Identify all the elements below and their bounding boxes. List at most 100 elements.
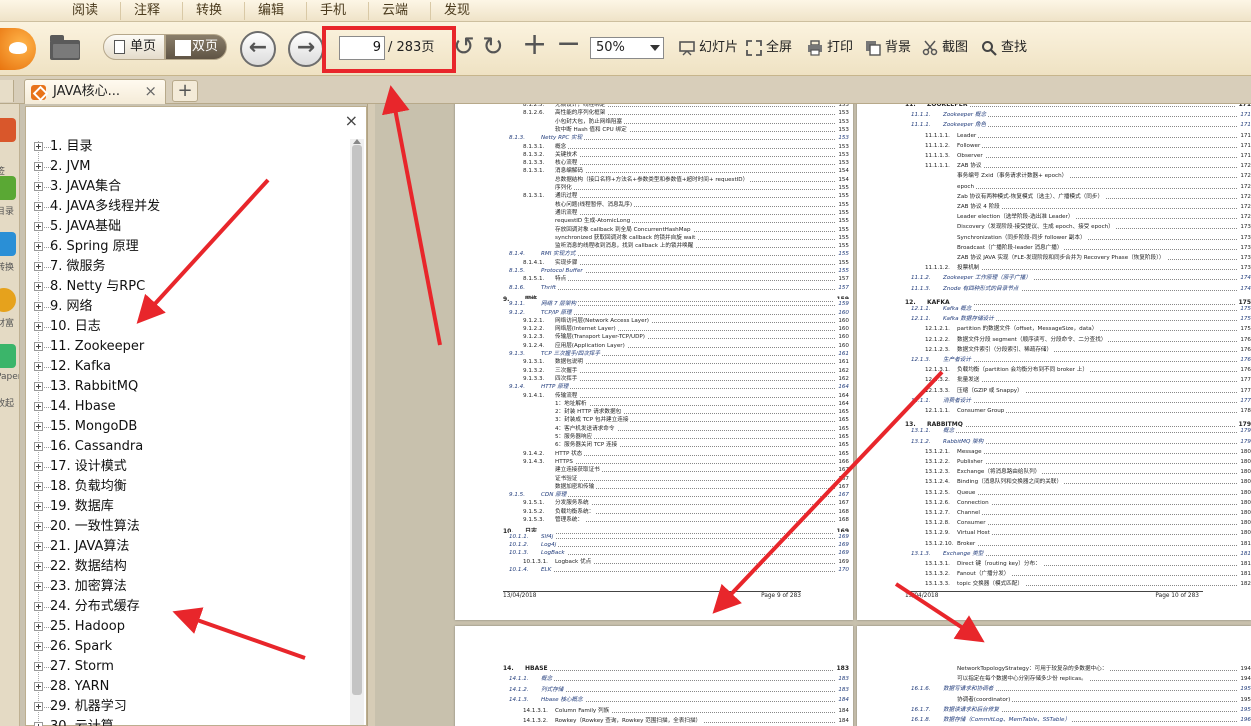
- expand-plus-icon[interactable]: [34, 522, 43, 531]
- toc-line[interactable]: 14.1.3. Hbase 核心概念 184: [509, 695, 849, 706]
- toc-line[interactable]: Leader election（选举阶段-选出准 Leader） 172: [925, 212, 1251, 223]
- zoom-out-icon[interactable]: −: [556, 29, 581, 59]
- expand-plus-icon[interactable]: [34, 642, 43, 651]
- toc-line[interactable]: 12.1.3.2. 批量发送 177: [925, 375, 1251, 386]
- toc-line[interactable]: 11.1.2. Zookeeper 工作原理（原子广播） 174: [911, 273, 1251, 284]
- toc-line[interactable]: 13.1.3.1. Direct 键（routing key）分布： 181: [925, 559, 1251, 569]
- toc-line[interactable]: 13.1.2.10. Broker 181: [925, 538, 1251, 549]
- toc-line[interactable]: 12.1.3.1. 负载均衡（partition 会均衡分布到不同 broker …: [925, 365, 1251, 376]
- expand-plus-icon[interactable]: [34, 142, 43, 151]
- page-number-input[interactable]: 9: [339, 36, 385, 60]
- expand-plus-icon[interactable]: [34, 322, 43, 331]
- close-icon[interactable]: ×: [144, 82, 157, 100]
- toc-line[interactable]: 11.1.3. Znode 有四种形式的目录节点 174: [911, 283, 1251, 294]
- toc-line[interactable]: 13.1.2.7. Channel 180: [925, 508, 1251, 518]
- toc-line[interactable]: 12.1.1. 消费者设计 177: [911, 395, 1251, 406]
- expand-plus-icon[interactable]: [34, 662, 43, 671]
- expand-plus-icon[interactable]: [34, 702, 43, 711]
- zoom-select[interactable]: 50%: [590, 37, 664, 59]
- toc-line[interactable]: 11.1.1. Zookeeper 角色 171: [911, 120, 1251, 131]
- toc-line[interactable]: 11.1.1.2. Follower 171: [925, 140, 1251, 151]
- toc-line[interactable]: 12.1.1. Kafka 数据存储设计 175: [911, 314, 1251, 325]
- toc-line[interactable]: ZAB 协议 JAVA 实现（FLE-发现阶段和同步合并为 Recovery P…: [925, 253, 1251, 263]
- toc-line[interactable]: 11.1.1.3. Observer 171: [925, 151, 1251, 161]
- rotate-right-icon[interactable]: ↻: [482, 34, 504, 60]
- toc-line[interactable]: 16.1.8. 数据存储（CommitLog、MemTable、SSTable） 1…: [911, 715, 1251, 725]
- expand-plus-icon[interactable]: [34, 362, 43, 371]
- menu-tab-discover[interactable]: 发现: [429, 2, 470, 22]
- toc-line[interactable]: 13.1.2.2. Publisher 180: [925, 457, 1251, 467]
- expand-plus-icon[interactable]: [34, 722, 43, 726]
- toc-line[interactable]: 13.1.3.2. Fanout（广播分发） 181: [925, 569, 1251, 580]
- expand-plus-icon[interactable]: [34, 542, 43, 551]
- toc-line[interactable]: 11.1.1.1. Leader 171: [925, 130, 1251, 141]
- toc-line[interactable]: 13.1.2. RabbitMQ 架构 179: [911, 436, 1251, 447]
- pdf-page-10[interactable]: 11. ZOOKEEPER 171 11.1.1. Zookeeper 概念 171 11.…: [857, 104, 1251, 620]
- toc-line[interactable]: 13.1.2.4. Binding（消息队列和交换器之间的关联） 180: [925, 477, 1251, 488]
- toc-line[interactable]: 13.1.3. Exchange 类型 181: [911, 548, 1251, 559]
- toc-line[interactable]: 10.1.4. ELK 170: [509, 564, 849, 575]
- rotate-left-icon[interactable]: ↺: [453, 34, 475, 60]
- expand-plus-icon[interactable]: [34, 502, 43, 511]
- next-page-button[interactable]: →: [288, 31, 324, 67]
- expand-plus-icon[interactable]: [34, 342, 43, 351]
- tab-scroll-left[interactable]: [0, 80, 14, 102]
- toc-line[interactable]: 14.1.3.1. Column Family 列族 184: [523, 705, 849, 716]
- outline-scrollbar[interactable]: [350, 139, 364, 725]
- zoom-in-icon[interactable]: +: [522, 30, 547, 60]
- scroll-up-icon[interactable]: [353, 139, 361, 144]
- document-viewport[interactable]: 8.1.2.5. 无锁设计，线程绑定 153 8.1.2.6. 高性能的序列化框架 153…: [375, 104, 1251, 726]
- toc-line[interactable]: ZAB 协议 4 阶段 172: [925, 202, 1251, 212]
- toc-line[interactable]: 11. ZOOKEEPER 171: [905, 104, 1251, 110]
- expand-plus-icon[interactable]: [34, 222, 43, 231]
- toc-line[interactable]: 事务编号 Zxid（事务请求计数器+ epoch） 172: [925, 171, 1251, 182]
- toc-line[interactable]: 11.1.1.1. ZAB 协议 172: [925, 161, 1251, 172]
- toc-line[interactable]: Synchronization（同步阶段-同步 follower 副本） 173: [925, 232, 1251, 243]
- toc-line[interactable]: 16.1.6. 数据写请求和协调者 195: [911, 684, 1251, 695]
- new-tab-button[interactable]: +: [172, 80, 198, 102]
- toc-line[interactable]: 12.1.2.3. 数据文件索引（分段索引、稀疏存储） 176: [925, 344, 1251, 355]
- expand-plus-icon[interactable]: [34, 182, 43, 191]
- expand-plus-icon[interactable]: [34, 562, 43, 571]
- screenshot-button[interactable]: 截图: [922, 39, 968, 57]
- panel-splitter[interactable]: [367, 104, 375, 726]
- expand-plus-icon[interactable]: [34, 162, 43, 171]
- toc-line[interactable]: 11.1.1.2. 投票机制 173: [925, 263, 1251, 274]
- toc-line[interactable]: NetworkTopologyStrategy：可用于较复杂的多数据中心： 194: [925, 664, 1251, 674]
- menu-tab-mobile[interactable]: 手机: [305, 2, 346, 22]
- toc-line[interactable]: 13.1.1. 概念 179: [911, 426, 1251, 437]
- background-button[interactable]: 背景: [865, 39, 911, 57]
- print-button[interactable]: 打印: [807, 39, 853, 57]
- toc-line[interactable]: 12.1.2.2. 数据文件分段 segment（顺序读写、分段命令、二分查找） 1…: [925, 334, 1251, 345]
- expand-plus-icon[interactable]: [34, 302, 43, 311]
- fullscreen-button[interactable]: 全屏: [746, 39, 792, 57]
- toc-line[interactable]: 13.1.2.1. Message 180: [925, 446, 1251, 457]
- toc-line[interactable]: 13.1.2.3. Exchange（将消息路由给队列） 180: [925, 467, 1251, 478]
- toc-line[interactable]: 可以指定在每个数据中心分别存储多少份 replicas。 194: [925, 674, 1251, 685]
- expand-plus-icon[interactable]: [34, 582, 43, 591]
- toc-line[interactable]: 13.1.2.9. Virtual Host 180: [925, 528, 1251, 539]
- single-page-button[interactable]: 单页: [103, 34, 165, 60]
- toc-line[interactable]: 16.1.7. 数据读请求和后台修复 195: [911, 704, 1251, 715]
- toc-line[interactable]: 12.1.1. Kafka 概念 175: [911, 304, 1251, 314]
- menu-tab-read[interactable]: 阅读: [72, 2, 98, 22]
- menu-tab-annotate[interactable]: 注释: [119, 2, 160, 22]
- toc-line[interactable]: 8.1.6. Thrift 157: [509, 282, 849, 293]
- expand-plus-icon[interactable]: [34, 402, 43, 411]
- tab-java-core[interactable]: JAVA核心... ×: [24, 79, 166, 104]
- toc-line[interactable]: 11.1.1. Zookeeper 概念 171: [911, 110, 1251, 121]
- find-button[interactable]: 查找: [981, 39, 1027, 57]
- menu-tab-convert[interactable]: 转换: [181, 2, 222, 22]
- toc-line[interactable]: 13.1.2.6. Connection 180: [925, 497, 1251, 508]
- toc-line[interactable]: 12.1.1.1. Consumer Group 178: [925, 406, 1251, 416]
- toc-line[interactable]: 13.1.2.5. Queue 180: [925, 487, 1251, 498]
- double-page-button[interactable]: 双页: [165, 34, 227, 60]
- menu-tab-cloud[interactable]: 云端: [367, 2, 408, 22]
- toc-line[interactable]: 协调者(coordinator) 195: [925, 694, 1251, 705]
- toc-line[interactable]: 14.1.1. 概念 183: [509, 674, 849, 685]
- expand-plus-icon[interactable]: [34, 462, 43, 471]
- previous-page-button[interactable]: ←: [240, 31, 276, 67]
- expand-plus-icon[interactable]: [34, 262, 43, 271]
- toc-line[interactable]: Zab 协议有两种模式-恢复模式（选主）、广播模式（同步） 172: [925, 191, 1251, 202]
- expand-plus-icon[interactable]: [34, 202, 43, 211]
